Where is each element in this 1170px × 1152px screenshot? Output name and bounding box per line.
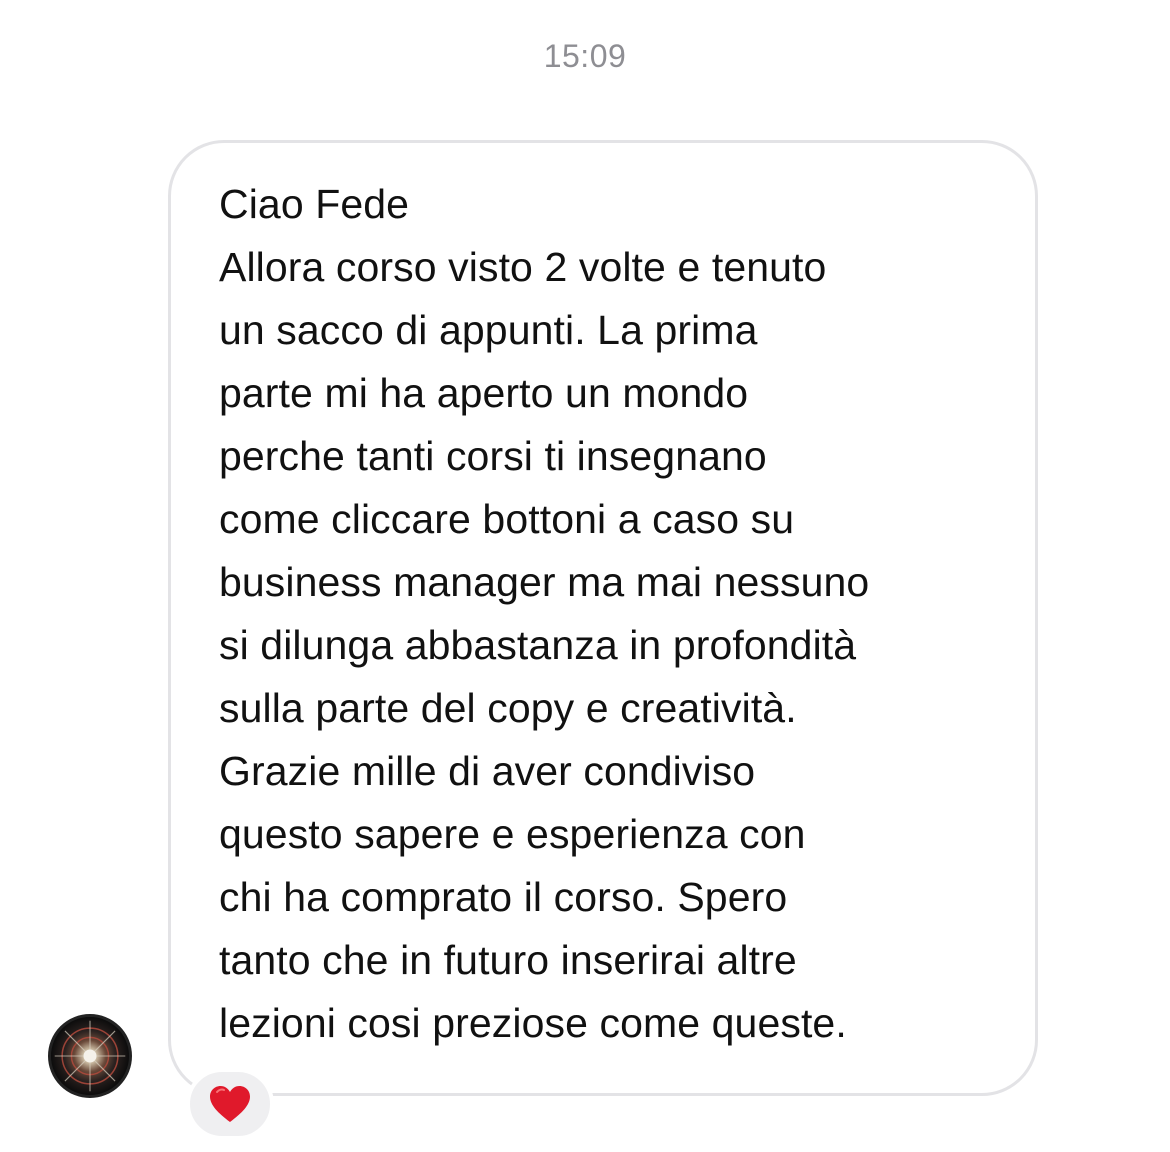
message-line: si dilunga abbastanza in profondità xyxy=(219,622,857,668)
message-greeting: Ciao Fede xyxy=(219,181,410,227)
message-bubble[interactable]: Ciao Fede Allora corso visto 2 volte e t… xyxy=(168,140,1038,1096)
mandala-avatar-icon xyxy=(51,1017,129,1095)
heart-reaction[interactable] xyxy=(186,1068,274,1140)
message-line: parte mi ha aperto un mondo xyxy=(219,370,749,416)
sender-avatar[interactable] xyxy=(48,1014,132,1098)
message-line: lezioni cosi preziose come queste. xyxy=(219,1000,847,1046)
message-line: business manager ma mai nessuno xyxy=(219,559,870,605)
red-heart-icon xyxy=(210,1086,250,1122)
message-line: questo sapere e esperienza con xyxy=(219,811,806,857)
message-line: tanto che in futuro inserirai altre xyxy=(219,937,797,983)
message-line: perche tanti corsi ti insegnano xyxy=(219,433,767,479)
message-line: come cliccare bottoni a caso su xyxy=(219,496,795,542)
message-timestamp: 15:09 xyxy=(543,38,627,74)
message-line: Grazie mille di aver condiviso xyxy=(219,748,756,794)
message-line: chi ha comprato il corso. Spero xyxy=(219,874,788,920)
message-line: un sacco di appunti. La prima xyxy=(219,307,758,353)
message-line: Allora corso visto 2 volte e tenuto xyxy=(219,244,827,290)
message-line: sulla parte del copy e creatività. xyxy=(219,685,797,731)
